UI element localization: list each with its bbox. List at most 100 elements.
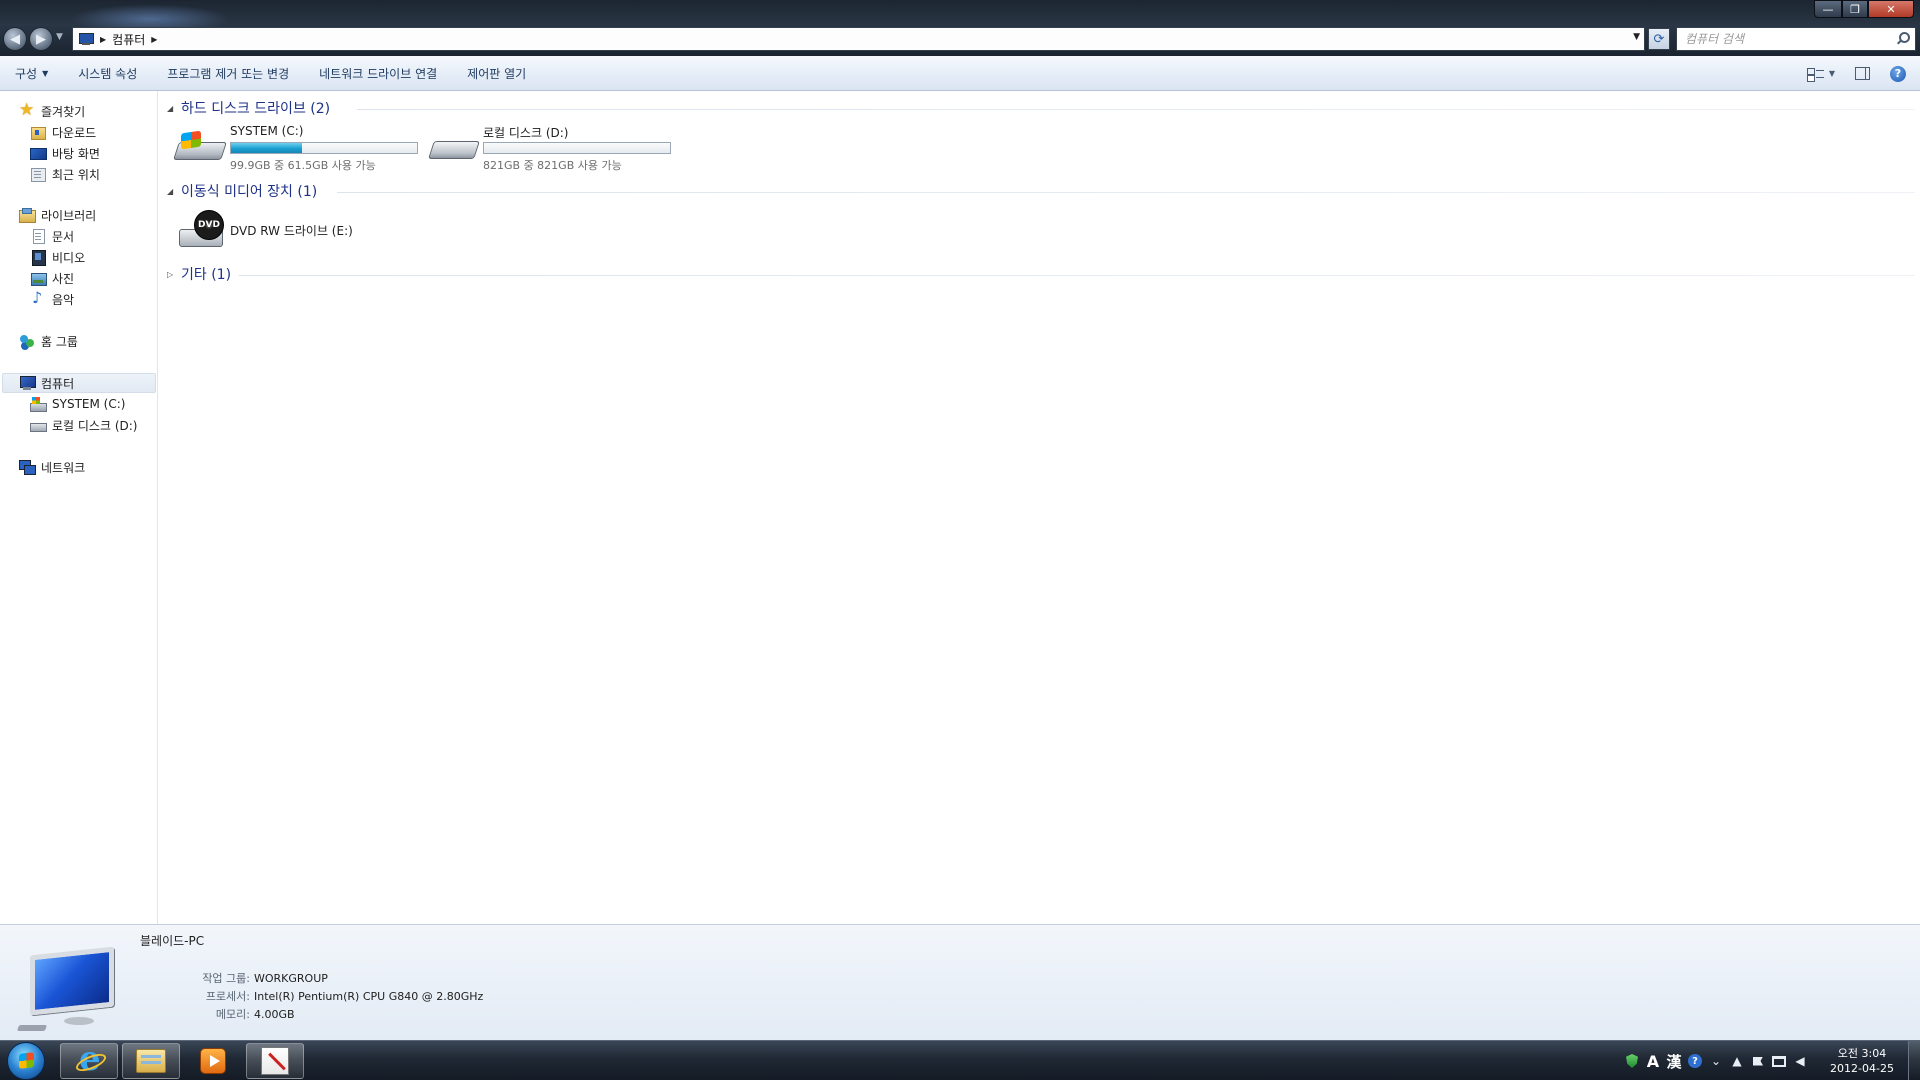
dvd-drive-name: DVD RW 드라이브 (E:) — [230, 224, 353, 238]
drive-free-space: 99.9GB 중 61.5GB 사용 가능 — [230, 159, 376, 172]
nav-libraries-label: 라이브러리 — [41, 208, 97, 223]
desktop-icon — [30, 145, 47, 161]
group-divider — [337, 192, 1915, 193]
change-view-icon[interactable] — [1806, 67, 1825, 81]
refresh-button[interactable]: ⟳ — [1648, 28, 1670, 50]
nav-homegroup[interactable]: 홈 그룹 — [19, 331, 78, 351]
nav-computer-label: 컴퓨터 — [41, 376, 75, 391]
recent-pages-dropdown-icon[interactable]: ▼ — [56, 32, 63, 42]
refresh-icon: ⟳ — [1653, 31, 1665, 47]
workgroup-label: 작업 그룹: — [202, 972, 250, 985]
ime-mode-indicator[interactable]: A — [1644, 1052, 1662, 1071]
forward-button[interactable]: ▶ — [29, 27, 53, 51]
network-status-icon[interactable] — [1770, 1052, 1788, 1070]
organize-menu-button[interactable]: 구성 ▼ — [0, 60, 63, 86]
nav-downloads-label: 다운로드 — [52, 125, 97, 140]
ime-hanja-indicator[interactable]: 漢 — [1665, 1052, 1683, 1071]
nav-recent-places[interactable]: 최근 위치 — [30, 164, 100, 184]
map-network-drive-button[interactable]: 네트워크 드라이브 연결 — [304, 60, 452, 86]
taskbar-windows-explorer[interactable] — [122, 1043, 180, 1079]
taskbar-paint[interactable] — [246, 1043, 304, 1079]
group-divider — [239, 275, 1915, 276]
nav-downloads[interactable]: 다운로드 — [30, 122, 96, 142]
group-title: 하드 디스크 드라이브 (2) — [181, 101, 331, 117]
windows-explorer-icon — [136, 1049, 166, 1073]
clock[interactable]: 오전 3:04 2012-04-25 — [1822, 1046, 1902, 1076]
open-control-panel-button[interactable]: 제어판 열기 — [452, 60, 541, 86]
window-controls: — ❐ ✕ — [1814, 0, 1914, 18]
media-player-icon — [200, 1048, 226, 1074]
nav-desktop[interactable]: 바탕 화면 — [30, 143, 100, 163]
ime-help-icon[interactable]: ? — [1686, 1052, 1704, 1070]
drive-usage-bar — [483, 142, 671, 154]
minimize-button[interactable]: — — [1814, 0, 1842, 18]
preview-pane-icon[interactable] — [1855, 67, 1870, 80]
drive-tile-c[interactable]: SYSTEM (C:) 99.9GB 중 61.5GB 사용 가능 — [176, 124, 418, 173]
nav-network[interactable]: 네트워크 — [19, 457, 85, 477]
back-button[interactable]: ◀ — [3, 27, 27, 51]
paint-icon — [261, 1047, 289, 1075]
processor-value: Intel(R) Pentium(R) CPU G840 @ 2.80GHz — [254, 989, 484, 1003]
volume-icon[interactable]: ◀ — [1791, 1052, 1809, 1070]
collapse-triangle-icon[interactable]: ◢ — [167, 187, 181, 196]
breadcrumb-separator-icon[interactable]: ▶ — [100, 35, 106, 44]
dvd-drive-tile[interactable]: DVD RW 드라이브 (E:) — [176, 207, 353, 255]
search-input[interactable] — [1677, 28, 1877, 50]
nav-desktop-label: 바탕 화면 — [52, 146, 100, 161]
nav-libraries[interactable]: 라이브러리 — [19, 205, 96, 225]
documents-icon — [30, 228, 46, 244]
command-bar-right: ▼ ? — [1806, 56, 1920, 91]
computer-monitor-icon — [16, 946, 122, 1033]
workgroup-row: 작업 그룹: WORKGROUP — [150, 969, 483, 987]
action-center-flag-icon[interactable] — [1749, 1052, 1767, 1070]
security-shield-icon[interactable] — [1623, 1052, 1641, 1070]
breadcrumb-separator-icon[interactable]: ▶ — [151, 35, 157, 44]
nav-pictures-label: 사진 — [52, 271, 75, 286]
start-button[interactable] — [7, 1042, 45, 1080]
help-icon[interactable]: ? — [1890, 65, 1906, 82]
system-drive-icon — [176, 124, 224, 172]
group-title: 이동식 미디어 장치 (1) — [181, 184, 318, 200]
drive-usage-fill — [231, 143, 303, 153]
group-header-removable[interactable]: ◢ 이동식 미디어 장치 (1) — [167, 181, 317, 201]
nav-pictures[interactable]: 사진 — [30, 268, 74, 288]
show-hidden-icons-chevron-icon[interactable]: ▲ — [1728, 1052, 1746, 1070]
nav-favorites[interactable]: 즐겨찾기 — [19, 100, 85, 121]
nav-videos[interactable]: 비디오 — [30, 247, 85, 267]
taskbar: A 漢 ? ⌄ ▲ ◀ 오전 3:04 2012-04-25 — [0, 1039, 1920, 1080]
library-icon — [19, 207, 36, 223]
taskbar-media-player[interactable] — [184, 1043, 242, 1079]
nav-local-d-label: 로컬 디스크 (D:) — [52, 418, 138, 433]
nav-documents[interactable]: 문서 — [30, 226, 74, 246]
breadcrumb-computer[interactable]: 컴퓨터 — [112, 31, 145, 48]
expand-triangle-icon[interactable]: ▷ — [167, 270, 181, 279]
close-button[interactable]: ✕ — [1868, 0, 1914, 18]
address-history-dropdown-icon[interactable]: ▼ — [1633, 32, 1640, 42]
nav-computer[interactable]: 컴퓨터 — [2, 373, 156, 393]
nav-local-d[interactable]: 로컬 디스크 (D:) — [30, 415, 137, 435]
collapse-triangle-icon[interactable]: ◢ — [167, 104, 181, 113]
search-box[interactable] — [1676, 27, 1916, 51]
nav-recent-label: 최근 위치 — [52, 167, 100, 182]
nav-system-c[interactable]: SYSTEM (C:) — [30, 394, 125, 414]
content-pane: ◢ 하드 디스크 드라이브 (2) SYSTEM (C:) 99.9GB 중 6… — [159, 91, 1920, 924]
address-bar[interactable]: ▶ 컴퓨터 ▶ ▼ — [72, 27, 1645, 51]
back-arrow-icon: ◀ — [10, 31, 20, 47]
title-bar: — ❐ ✕ ◀ ▶ ▼ ▶ 컴퓨터 ▶ ▼ ⟳ — [0, 0, 1920, 56]
group-header-hard-disks[interactable]: ◢ 하드 디스크 드라이브 (2) — [167, 98, 330, 118]
maximize-button[interactable]: ❐ — [1842, 0, 1868, 18]
ime-options-icon[interactable]: ⌄ — [1707, 1052, 1725, 1070]
show-desktop-button[interactable] — [1908, 1041, 1920, 1080]
view-options-chevron-icon[interactable]: ▼ — [1829, 69, 1835, 78]
navigation-pane: 즐겨찾기 다운로드 바탕 화면 최근 위치 라이브러리 문서 비디오 사진 음악… — [0, 91, 158, 924]
system-properties-button[interactable]: 시스템 속성 — [63, 60, 152, 86]
nav-music[interactable]: 음악 — [30, 288, 74, 309]
command-bar: 구성 ▼ 시스템 속성 프로그램 제거 또는 변경 네트워크 드라이브 연결 제… — [0, 56, 1920, 91]
search-icon[interactable] — [1897, 32, 1910, 44]
drive-tile-d[interactable]: 로컬 디스크 (D:) 821GB 중 821GB 사용 가능 — [429, 124, 671, 173]
taskbar-internet-explorer[interactable] — [60, 1039, 118, 1079]
workgroup-value: WORKGROUP — [254, 971, 328, 985]
uninstall-program-button[interactable]: 프로그램 제거 또는 변경 — [152, 60, 304, 86]
group-header-other[interactable]: ▷ 기타 (1) — [167, 264, 231, 284]
details-pane: 블레이드-PC 작업 그룹: WORKGROUP 프로세서: Intel(R) … — [0, 924, 1920, 1040]
